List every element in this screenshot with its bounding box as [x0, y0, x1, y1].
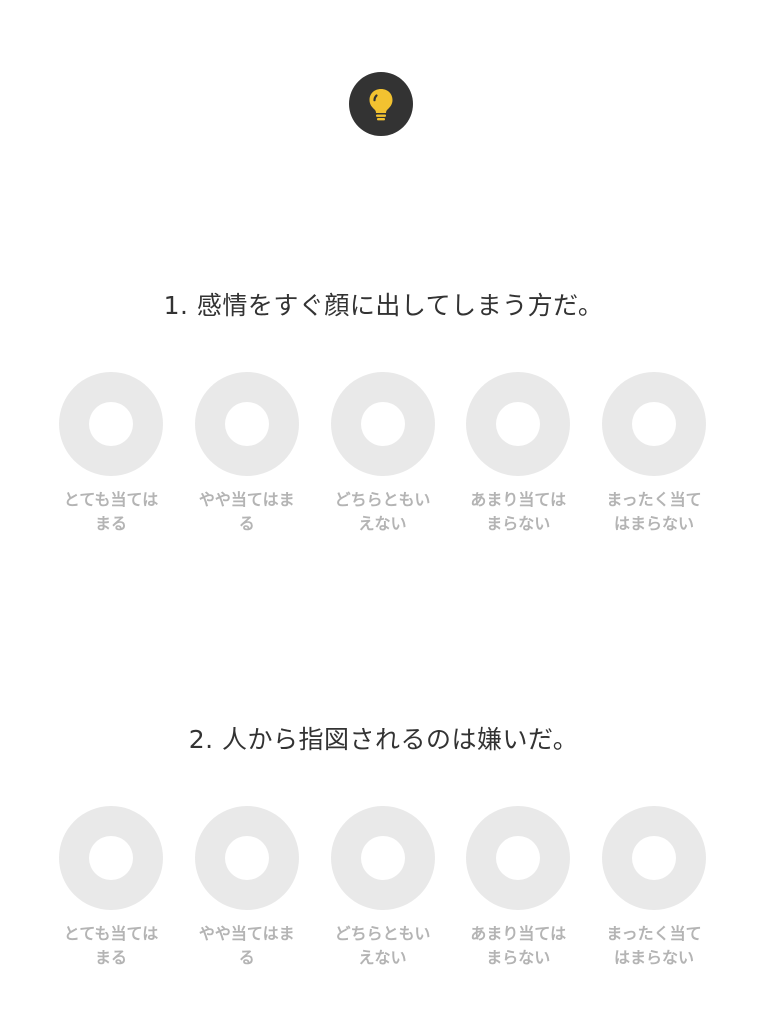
radio-button[interactable] [194, 806, 299, 910]
radio-button[interactable] [330, 372, 435, 476]
option-agree[interactable]: やや当てはまる [181, 806, 313, 970]
answer-options: とても当てはまる やや当てはまる どちらともいえない あまり当てはまらない まっ… [45, 372, 720, 536]
option-strongly-agree[interactable]: とても当てはまる [45, 806, 177, 970]
radio-button[interactable] [194, 372, 299, 476]
app-logo [349, 72, 413, 136]
radio-button[interactable] [602, 372, 706, 476]
option-label: どちらともいえない [334, 490, 431, 533]
option-label: あまり当てはまらない [470, 490, 567, 533]
option-disagree[interactable]: あまり当てはまらない [452, 806, 584, 970]
radio-button[interactable] [466, 806, 571, 910]
question-1: 1. 感情をすぐ顔に出してしまう方だ。 とても当てはまる やや当てはまる どちら… [0, 288, 767, 533]
option-agree[interactable]: やや当てはまる [181, 372, 313, 536]
option-neutral[interactable]: どちらともいえない [317, 372, 449, 536]
option-label: とても当てはまる [63, 924, 159, 967]
option-label: どちらともいえない [334, 924, 431, 967]
question-title: 2. 人から指図されるのは嫌いだ。 [188, 725, 579, 754]
option-strongly-disagree[interactable]: まったく当てはまらない [588, 806, 720, 970]
option-label: まったく当てはまらない [606, 924, 702, 967]
question-title: 1. 感情をすぐ顔に出してしまう方だ。 [163, 291, 604, 320]
radio-button[interactable] [466, 372, 571, 476]
option-label: やや当てはまる [198, 924, 295, 967]
answer-options: とても当てはまる やや当てはまる どちらともいえない あまり当てはまらない まっ… [45, 806, 720, 970]
option-label: あまり当てはまらない [470, 924, 567, 967]
radio-button[interactable] [59, 372, 163, 476]
radio-button[interactable] [330, 806, 435, 910]
option-label: とても当てはまる [63, 490, 159, 533]
option-neutral[interactable]: どちらともいえない [317, 806, 449, 970]
lightbulb-icon [369, 89, 393, 121]
option-strongly-agree[interactable]: とても当てはまる [45, 372, 177, 536]
option-strongly-disagree[interactable]: まったく当てはまらない [588, 372, 720, 536]
option-label: やや当てはまる [198, 490, 295, 533]
question-2: 2. 人から指図されるのは嫌いだ。 とても当てはまる やや当てはまる どちらとも… [0, 722, 767, 967]
radio-button[interactable] [602, 806, 706, 910]
option-label: まったく当てはまらない [606, 490, 702, 533]
option-disagree[interactable]: あまり当てはまらない [452, 372, 584, 536]
radio-button[interactable] [59, 806, 163, 910]
